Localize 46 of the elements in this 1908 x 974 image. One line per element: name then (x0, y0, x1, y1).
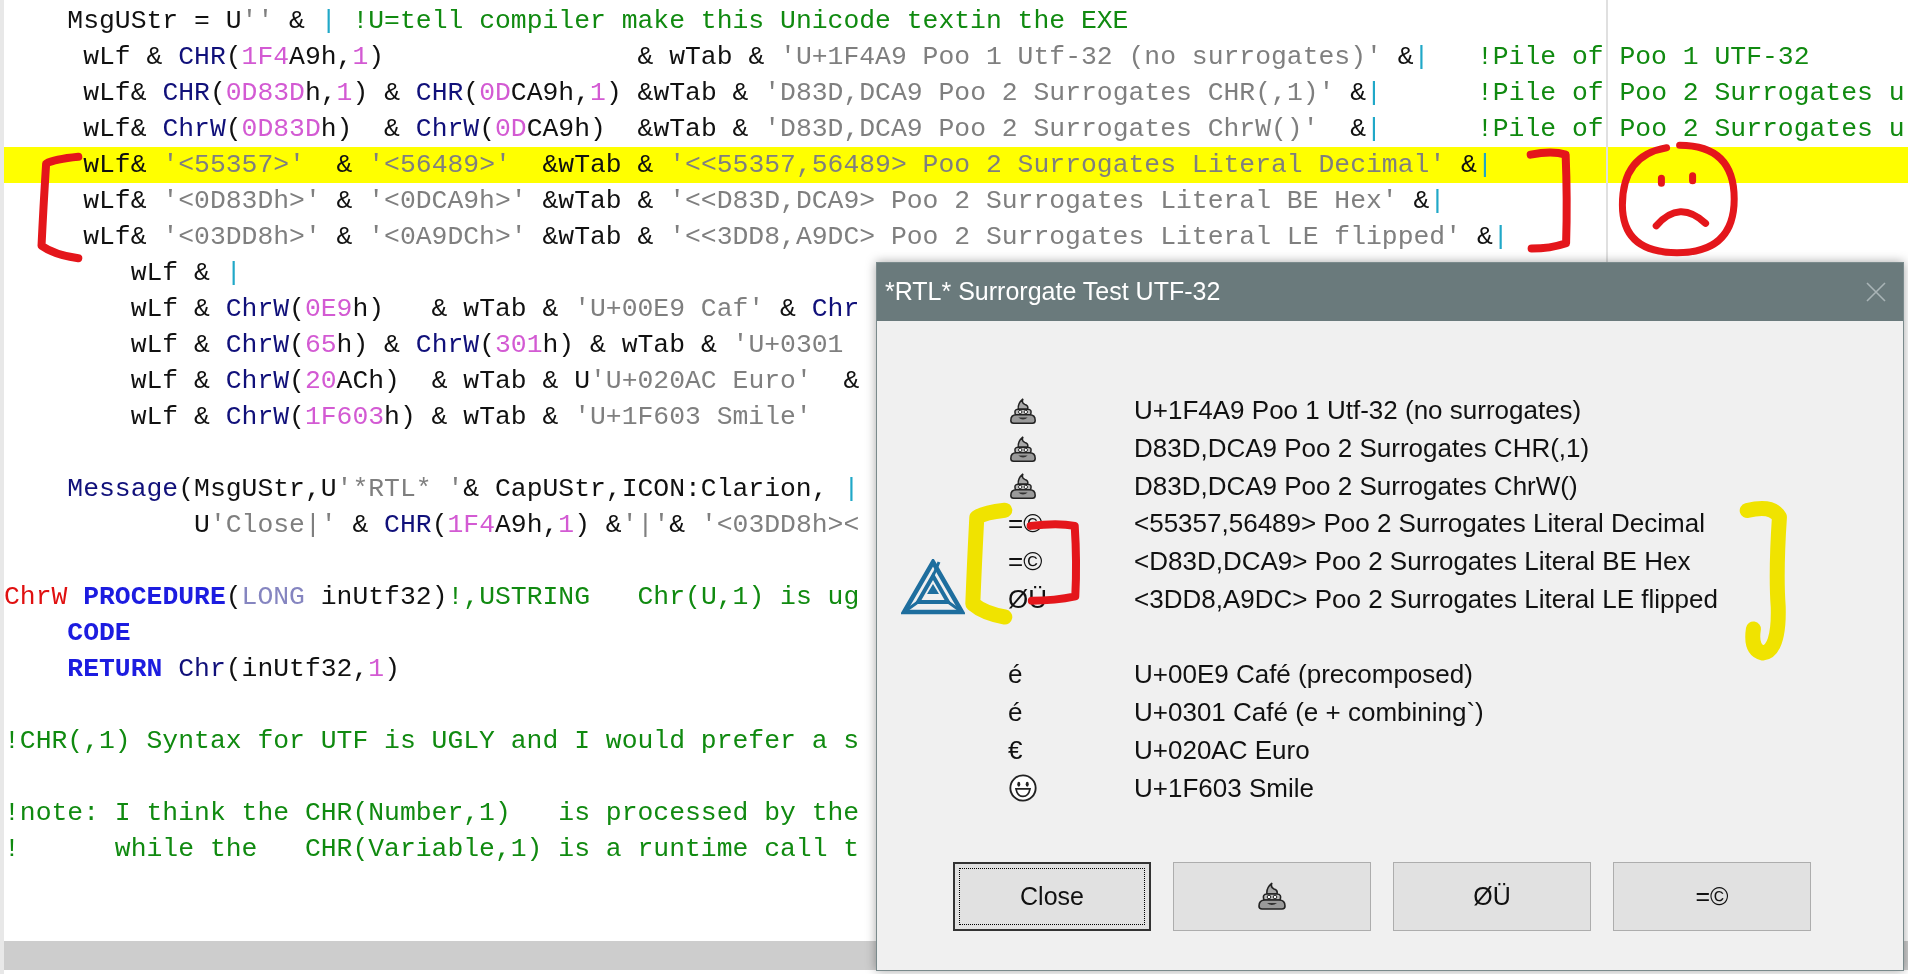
message-text: U+1F603 Smile (1134, 771, 1314, 805)
code-line: CODE (66, 618, 131, 648)
message-text: U+1F4A9 Poo 1 Utf-32 (no surrogates) (1134, 394, 1582, 428)
message-text: D83D,DCA9 Poo 2 Surrogates ChrW() (1134, 469, 1578, 503)
close-icon[interactable] (1865, 281, 1887, 303)
dialog-title: *RTL* Surrorgate Test UTF-32 (885, 276, 1221, 308)
message-text: <3DD8,A9DC> Poo 2 Surrogates Literal LE flipped (1134, 582, 1718, 616)
symbol-text: =© (1008, 545, 1043, 579)
message-text: U+0301 Café (e + combining`) (1134, 696, 1484, 730)
code-line: wLf& '<0D83Dh>' & '<0DCA9h>' &wTab & '<<D83D,DCA9> Poo 2 Surrogates Literal BE Hex' &| (82, 186, 1446, 216)
smiley-icon (1008, 773, 1038, 804)
code-line: wLf & | (129, 258, 242, 288)
symbol-text: é (1008, 696, 1023, 730)
message-text: <55357,56489> Poo 2 Surrogates Literal Decimal (1134, 507, 1705, 541)
symbol-text: é (1008, 658, 1023, 692)
code-line: MsgUStr = U'' & | !U=tell compiler make this Unicode textin the EXE (66, 6, 1129, 36)
code-line: wLf & ChrW(65h) & ChrW(301h) & wTab & 'U+0301 (129, 330, 844, 360)
logo-icon (901, 559, 965, 616)
code-line: ChrW PROCEDURE(LONG inUtf32)!,USTRING Chr(U,1) is ug (4, 582, 860, 612)
pile-icon (1008, 433, 1038, 464)
pile-icon (1008, 471, 1038, 502)
code-line: Message(MsgUStr,U'*RTL* '& CapUStr,ICON:Clarion, | (66, 474, 860, 504)
dialog-button[interactable]: ØÜ (1393, 861, 1591, 931)
symbol-text: € (1008, 733, 1023, 767)
code-line: wLf& CHR(0D83Dh,1) & CHR(0DCA9h,1) &wTab & 'D83D,DCA9 Poo 2 Surrogates CHR(,1)' &| !Pile of Poo 2 Surrogates u (82, 78, 1905, 108)
code-line: !CHR(,1) Syntax for UTF is UGLY and I would prefer a s (4, 726, 860, 756)
code-line: !note: I think the CHR(Number,1) is processed by the (4, 798, 860, 828)
pile-icon (1008, 395, 1038, 426)
code-line: wLf& ChrW(0D83Dh) & ChrW(0DCA9h) &wTab & 'D83D,DCA9 Poo 2 Surrogates ChrW()' &| !Pile of Poo 2 Surrogates u (82, 114, 1905, 144)
code-line: U'Close|' & CHR(1F4A9h,1) &'|'& '<03DD8h>< (193, 510, 860, 540)
code-line: ! while the CHR(Variable,1) is a runtime call t (4, 834, 860, 864)
dialog-button[interactable]: =© (1613, 861, 1811, 931)
code-line: RETURN Chr(inUtf32,1) (66, 654, 400, 684)
code-line: wLf& '<55357>' & '<56489>' &wTab & '<<55357,56489> Poo 2 Surrogates Literal Decimal' &| (82, 150, 1493, 180)
code-line: wLf & ChrW(1F603h) & wTab & 'U+1F603 Smile' (129, 402, 812, 432)
dialog-button[interactable] (1173, 861, 1371, 931)
pile-icon (1256, 880, 1288, 913)
code-line: wLf & ChrW(20ACh) & wTab & U'U+020AC Euro' & (129, 366, 860, 396)
code-line: wLf & ChrW(0E9h) & wTab & 'U+00E9 Caf' & Chr (129, 294, 860, 324)
code-line: wLf& '<03DD8h>' & '<0A9DCh>' &wTab & '<<3DD8,A9DC> Poo 2 Surrogates Literal LE flipped' &| (82, 222, 1509, 252)
code-line: wLf & CHR(1F4A9h,1) & wTab & 'U+1F4A9 Poo 1 Utf-32 (no surrogates)' &| !Pile of Poo 1 UTF-32 (82, 42, 1810, 72)
message-text: U+00E9 Café (precomposed) (1134, 658, 1473, 692)
message-text: D83D,DCA9 Poo 2 Surrogates CHR(,1) (1134, 432, 1590, 466)
dialog-button[interactable]: Close (953, 861, 1151, 931)
message-text: U+020AC Euro (1134, 733, 1310, 767)
message-text: <D83D,DCA9> Poo 2 Surrogates Literal BE Hex (1134, 545, 1691, 579)
